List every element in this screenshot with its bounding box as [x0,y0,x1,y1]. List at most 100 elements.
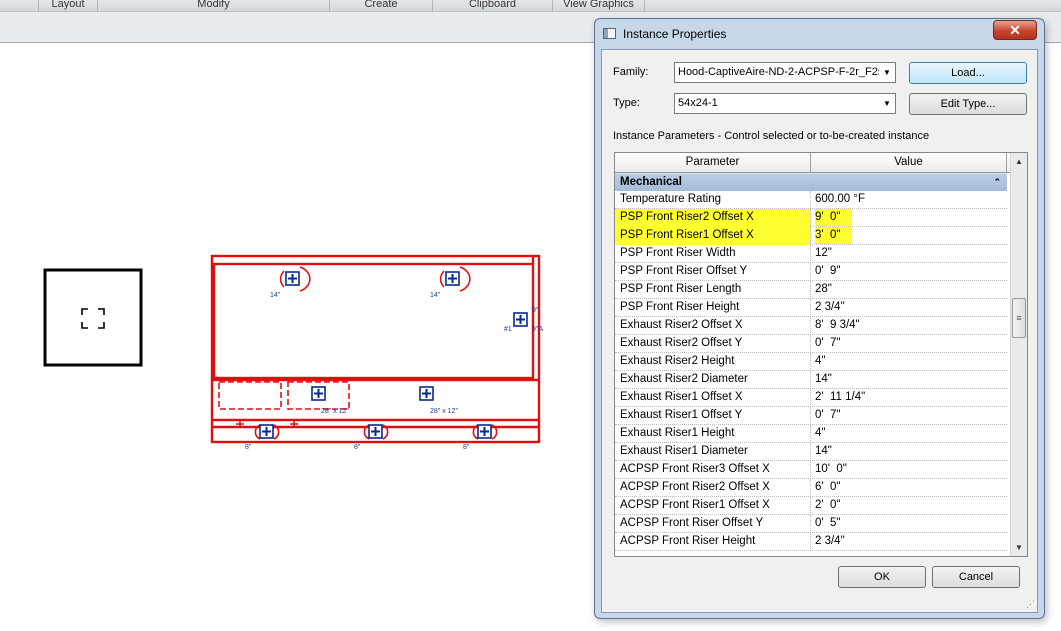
family-value: Hood-CaptiveAire-ND-2-ACPSP-F-2r_F2s1 [678,66,890,78]
close-button[interactable]: ✕ [993,20,1037,40]
parameter-row[interactable]: ACPSP Front Riser3 Offset X 10' 0" [615,461,1007,479]
parameter-value[interactable]: 4" [811,353,1007,371]
type-select[interactable]: 54x24-1 ▼ [674,93,896,114]
parameter-value[interactable]: 28" [811,281,1007,299]
parameter-rows: Temperature Rating 600.00 °F PSP Front Ris… [615,191,1007,551]
scroll-up-icon[interactable]: ▲ [1011,153,1027,170]
parameter-row[interactable]: Exhaust Riser1 Diameter 14" [615,443,1007,461]
ribbon-panel-bar: Layout Modify Create Clipboard View Grap… [0,0,1061,12]
ribbon-panel-layout[interactable]: Layout [38,0,98,12]
parameter-row[interactable]: PSP Front Riser2 Offset X 9' 0" [615,209,1007,227]
parameter-row[interactable]: Exhaust Riser1 Offset X 2' 11 1/4" [615,389,1007,407]
parameter-row[interactable]: ACPSP Front Riser Offset Y 0' 5" [615,515,1007,533]
ok-button[interactable]: OK [838,566,926,588]
collapse-icon[interactable]: ⌃ [993,174,1001,191]
ribbon-panel-create[interactable]: Create [330,0,433,12]
parameter-value[interactable]: 3' 0" [811,227,1007,245]
edit-type-button[interactable]: Edit Type... [909,93,1027,115]
parameter-row[interactable]: Exhaust Riser2 Offset X 8' 9 3/4" [615,317,1007,335]
parameter-name: Exhaust Riser1 Height [615,425,811,443]
parameter-row[interactable]: Exhaust Riser1 Height 4" [615,425,1007,443]
column-header-value[interactable]: Value [811,153,1007,173]
parameter-value[interactable]: 0' 9" [811,263,1007,281]
parameter-name: PSP Front Riser Length [615,281,811,299]
scroll-down-icon[interactable]: ▼ [1011,539,1027,556]
parameter-value-text: 2' 0" [815,499,841,511]
parameter-value[interactable]: 10' 0" [811,461,1007,479]
dim-label: 8" [245,444,252,451]
parameter-value-text: 4" [815,355,826,367]
parameter-value-text: 6' 0" [815,481,841,493]
type-value: 54x24-1 [678,97,718,109]
parameter-value-text: 2 3/4" [815,535,845,547]
ribbon-panel-view-graphics[interactable]: View Graphics [553,0,645,12]
parameter-name: PSP Front Riser Height [615,299,811,317]
window-icon [603,28,616,39]
dim-label: 9"A [532,326,544,333]
scroll-thumb[interactable]: ≡ [1012,298,1026,338]
parameter-name: ACPSP Front Riser Offset Y [615,515,811,533]
parameter-value[interactable]: 2 3/4" [811,299,1007,317]
column-header-parameter[interactable]: Parameter [615,153,811,173]
parameter-value[interactable]: 0' 7" [811,407,1007,425]
parameter-value[interactable]: 4" [811,425,1007,443]
grid-header: Parameter Value [615,153,1011,173]
parameter-value-text: 2' 11 1/4" [815,391,866,403]
group-row-mechanical[interactable]: Mechanical ⌃ [615,173,1007,191]
parameter-value-text: 10' 0" [815,463,847,475]
parameter-row[interactable]: ACPSP Front Riser1 Offset X 2' 0" [615,497,1007,515]
parameter-value-text: 14" [815,445,832,457]
parameters-grid[interactable]: Parameter Value Mechanical ⌃ Temperature… [614,152,1028,557]
parameter-value-text: 8' 9 3/4" [815,319,860,331]
parameter-name: ACPSP Front Riser2 Offset X [615,479,811,497]
parameter-name: Temperature Rating [615,191,811,209]
view-cube-brackets [81,308,105,329]
parameter-value-text: 0' 7" [815,337,841,349]
chevron-down-icon[interactable]: ▼ [879,63,895,82]
close-icon: ✕ [1009,22,1021,38]
parameter-row[interactable]: PSP Front Riser Length 28" [615,281,1007,299]
parameter-value[interactable]: 600.00 °F [811,191,1007,209]
parameter-value[interactable]: 9' 0" [811,209,1007,227]
parameter-value[interactable]: 6' 0" [811,479,1007,497]
ribbon-panel-modify[interactable]: Modify [98,0,330,12]
parameter-value-text: 4" [815,427,826,439]
dialog-title: Instance Properties [623,27,727,41]
parameter-row[interactable]: ACPSP Front Riser Height 2 3/4" [615,533,1007,551]
parameter-row[interactable]: ACPSP Front Riser2 Offset X 6' 0" [615,479,1007,497]
dim-label: 28" x 12" [321,408,349,415]
parameter-value[interactable]: 2' 11 1/4" [811,389,1007,407]
parameter-row[interactable]: PSP Front Riser Offset Y 0' 9" [615,263,1007,281]
parameter-value[interactable]: 0' 7" [811,335,1007,353]
dim-label: 14" [430,292,441,299]
dim-label: 9" [532,307,539,314]
cancel-button[interactable]: Cancel [932,566,1020,588]
grid-scrollbar[interactable]: ▲ ≡ ▼ [1010,153,1027,556]
parameter-value[interactable]: 14" [811,443,1007,461]
parameter-row[interactable]: PSP Front Riser1 Offset X 3' 0" [615,227,1007,245]
parameter-value[interactable]: 2 3/4" [811,533,1007,551]
resize-grip-icon[interactable]: ⋰ [1026,599,1035,610]
parameter-row[interactable]: Exhaust Riser1 Offset Y 0' 7" [615,407,1007,425]
parameter-name: PSP Front Riser Offset Y [615,263,811,281]
parameter-row[interactable]: Exhaust Riser2 Height 4" [615,353,1007,371]
chevron-down-icon[interactable]: ▼ [879,94,895,113]
load-button[interactable]: Load... [909,62,1027,84]
ribbon-panel-clipboard[interactable]: Clipboard [433,0,553,12]
dialog-titlebar[interactable]: Instance Properties ✕ [595,19,1044,49]
parameter-value[interactable]: 14" [811,371,1007,389]
parameter-value[interactable]: 8' 9 3/4" [811,317,1007,335]
parameter-value-text: 14" [815,373,832,385]
parameter-row[interactable]: Exhaust Riser2 Diameter 14" [615,371,1007,389]
parameter-row[interactable]: PSP Front Riser Height 2 3/4" [615,299,1007,317]
parameter-row[interactable]: PSP Front Riser Width 12" [615,245,1007,263]
dim-label: #1 [504,326,512,333]
parameter-value-text: 3' 0" [815,227,853,244]
parameter-value[interactable]: 0' 5" [811,515,1007,533]
parameter-value[interactable]: 2' 0" [811,497,1007,515]
parameter-row[interactable]: Exhaust Riser2 Offset Y 0' 7" [615,335,1007,353]
parameter-row[interactable]: Temperature Rating 600.00 °F [615,191,1007,209]
family-select[interactable]: Hood-CaptiveAire-ND-2-ACPSP-F-2r_F2s1 ▼ [674,62,896,83]
type-label: Type: [613,97,640,109]
parameter-value[interactable]: 12" [811,245,1007,263]
